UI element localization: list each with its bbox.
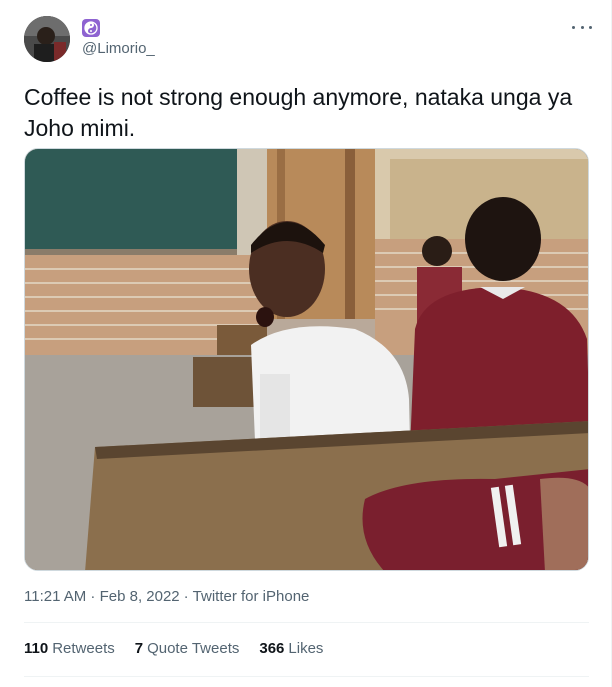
- stat-count: 110: [24, 640, 49, 657]
- stat-quote-tweets[interactable]: 7 Quote Tweets: [135, 640, 240, 657]
- tweet-photo[interactable]: [24, 148, 589, 571]
- stat-count: 366: [259, 640, 285, 657]
- stat-label: Retweets: [52, 640, 115, 657]
- source-link[interactable]: Twitter for iPhone: [193, 588, 310, 605]
- tweet-text: Coffee is not strong enough anymore, nat…: [24, 84, 573, 141]
- tweet-meta: 11:21 AM · Feb 8, 2022 · Twitter for iPh…: [24, 588, 309, 605]
- stat-label: Quote Tweets: [147, 640, 240, 657]
- more-options-icon[interactable]: [572, 20, 592, 34]
- divider: [24, 676, 589, 677]
- stat-count: 7: [134, 640, 144, 657]
- tweet-card: @Limorio_ Coffee is not strong enough an…: [0, 0, 612, 687]
- meta-separator: ·: [183, 588, 189, 605]
- tweet-header: @Limorio_: [24, 14, 594, 64]
- tweet-stats: 110 Retweets 7 Quote Tweets 366 Likes: [24, 640, 323, 657]
- timestamp-link[interactable]: 11:21 AM · Feb 8, 2022: [24, 588, 180, 605]
- divider: [24, 622, 589, 623]
- yin-yang-icon: [82, 19, 100, 37]
- stat-likes[interactable]: 366 Likes: [259, 640, 323, 657]
- stat-label: Likes: [288, 640, 324, 657]
- stat-retweets[interactable]: 110 Retweets: [24, 640, 115, 657]
- avatar[interactable]: [24, 16, 70, 62]
- user-handle[interactable]: @Limorio_: [82, 40, 155, 57]
- display-name[interactable]: [82, 18, 100, 38]
